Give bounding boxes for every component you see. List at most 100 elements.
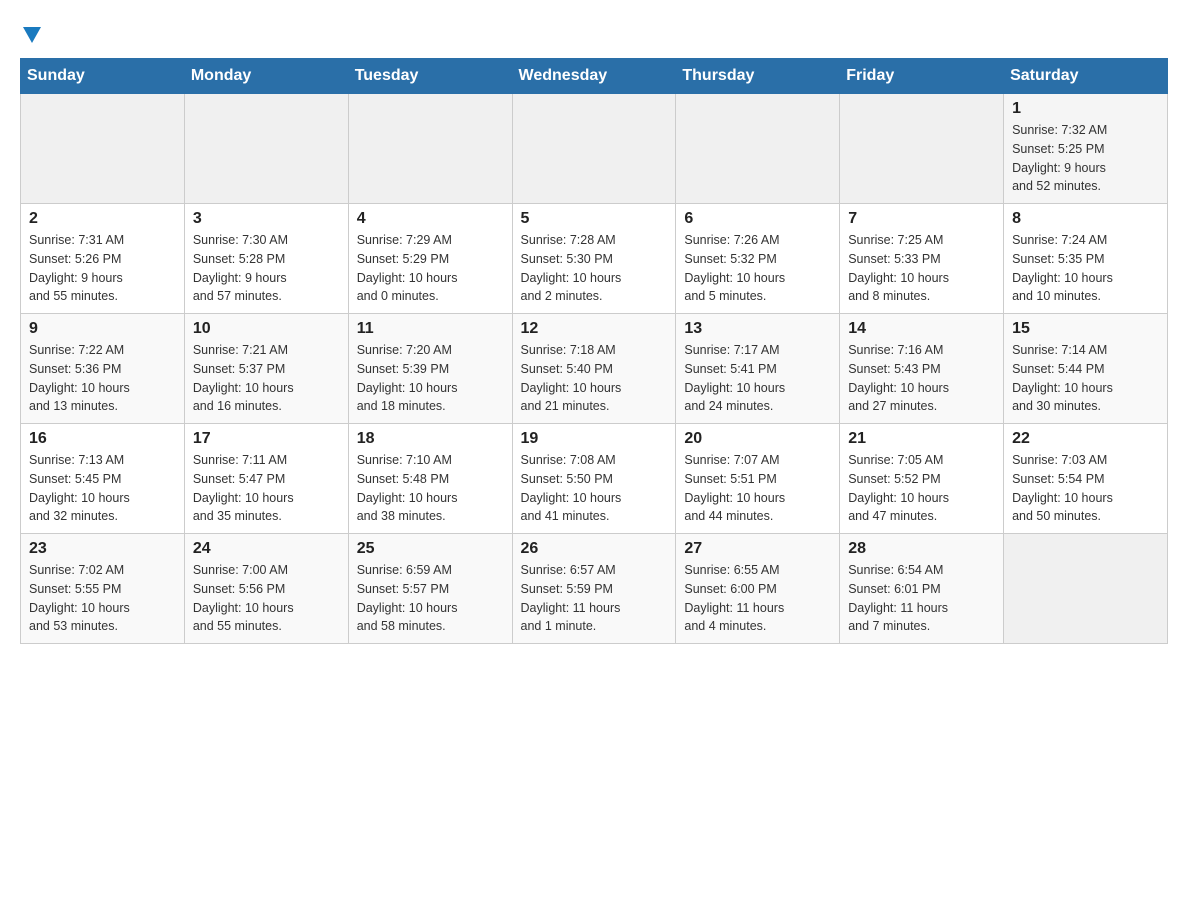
- day-number: 27: [684, 540, 831, 558]
- day-number: 24: [193, 540, 340, 558]
- day-info: Sunrise: 7:24 AM Sunset: 5:35 PM Dayligh…: [1012, 231, 1159, 306]
- day-info: Sunrise: 7:20 AM Sunset: 5:39 PM Dayligh…: [357, 341, 504, 416]
- calendar-cell: 22 Sunrise: 7:03 AM Sunset: 5:54 PM Dayli…: [1004, 424, 1168, 534]
- day-number: 13: [684, 320, 831, 338]
- day-number: 10: [193, 320, 340, 338]
- weekday-header-row: Sunday Monday Tuesday Wednesday Thursday…: [21, 59, 1168, 94]
- day-number: 14: [848, 320, 995, 338]
- day-info: Sunrise: 7:11 AM Sunset: 5:47 PM Dayligh…: [193, 451, 340, 526]
- day-number: 5: [521, 210, 668, 228]
- calendar-cell: 14Sunrise: 7:16 AM Sunset: 5:43 PM Dayli…: [840, 314, 1004, 424]
- header-monday: Monday: [184, 59, 348, 94]
- day-info: Sunrise: 7:17 AM Sunset: 5:41 PM Dayligh…: [684, 341, 831, 416]
- calendar-cell: [348, 94, 512, 204]
- calendar-cell: 1 Sunrise: 7:32 AM Sunset: 5:25 PM Daylig…: [1004, 94, 1168, 204]
- day-info: Sunrise: 7:30 AM Sunset: 5:28 PM Dayligh…: [193, 231, 340, 306]
- day-number: 22: [1012, 430, 1159, 448]
- calendar-cell: 20 Sunrise: 7:07 AM Sunset: 5:51 PM Dayli…: [676, 424, 840, 534]
- calendar-cell: 6 Sunrise: 7:26 AM Sunset: 5:32 PM Daylig…: [676, 204, 840, 314]
- calendar-cell: [676, 94, 840, 204]
- day-info: Sunrise: 7:00 AM Sunset: 5:56 PM Dayligh…: [193, 561, 340, 636]
- header-friday: Friday: [840, 59, 1004, 94]
- day-number: 1: [1012, 100, 1159, 118]
- calendar-cell: [512, 94, 676, 204]
- calendar-cell: 17 Sunrise: 7:11 AM Sunset: 5:47 PM Dayli…: [184, 424, 348, 534]
- day-number: 8: [1012, 210, 1159, 228]
- day-number: 28: [848, 540, 995, 558]
- calendar-cell: 8 Sunrise: 7:24 AM Sunset: 5:35 PM Daylig…: [1004, 204, 1168, 314]
- calendar-cell: 12 Sunrise: 7:18 AM Sunset: 5:40 PM Dayli…: [512, 314, 676, 424]
- day-info: Sunrise: 6:59 AM Sunset: 5:57 PM Dayligh…: [357, 561, 504, 636]
- header-saturday: Saturday: [1004, 59, 1168, 94]
- calendar-cell: 7 Sunrise: 7:25 AM Sunset: 5:33 PM Daylig…: [840, 204, 1004, 314]
- calendar-cell: 9 Sunrise: 7:22 AM Sunset: 5:36 PM Daylig…: [21, 314, 185, 424]
- day-number: 12: [521, 320, 668, 338]
- calendar-cell: 28 Sunrise: 6:54 AM Sunset: 6:01 PM Dayli…: [840, 534, 1004, 644]
- day-info: Sunrise: 7:08 AM Sunset: 5:50 PM Dayligh…: [521, 451, 668, 526]
- calendar-cell: 2 Sunrise: 7:31 AM Sunset: 5:26 PM Daylig…: [21, 204, 185, 314]
- day-info: Sunrise: 6:57 AM Sunset: 5:59 PM Dayligh…: [521, 561, 668, 636]
- day-info: Sunrise: 6:54 AM Sunset: 6:01 PM Dayligh…: [848, 561, 995, 636]
- calendar-cell: 13 Sunrise: 7:17 AM Sunset: 5:41 PM Dayli…: [676, 314, 840, 424]
- day-number: 2: [29, 210, 176, 228]
- day-info: Sunrise: 7:28 AM Sunset: 5:30 PM Dayligh…: [521, 231, 668, 306]
- day-info: Sunrise: 7:18 AM Sunset: 5:40 PM Dayligh…: [521, 341, 668, 416]
- header-wednesday: Wednesday: [512, 59, 676, 94]
- day-info: Sunrise: 7:25 AM Sunset: 5:33 PM Dayligh…: [848, 231, 995, 306]
- calendar-cell: [21, 94, 185, 204]
- calendar-cell: 11 Sunrise: 7:20 AM Sunset: 5:39 PM Dayli…: [348, 314, 512, 424]
- day-info: Sunrise: 7:26 AM Sunset: 5:32 PM Dayligh…: [684, 231, 831, 306]
- calendar-cell: 19Sunrise: 7:08 AM Sunset: 5:50 PM Dayli…: [512, 424, 676, 534]
- header-thursday: Thursday: [676, 59, 840, 94]
- day-number: 7: [848, 210, 995, 228]
- day-number: 21: [848, 430, 995, 448]
- day-number: 3: [193, 210, 340, 228]
- week-row-5: 23 Sunrise: 7:02 AM Sunset: 5:55 PM Dayli…: [21, 534, 1168, 644]
- logo-text: [20, 20, 41, 48]
- calendar-cell: 16 Sunrise: 7:13 AM Sunset: 5:45 PM Dayli…: [21, 424, 185, 534]
- day-number: 17: [193, 430, 340, 448]
- day-info: Sunrise: 7:22 AM Sunset: 5:36 PM Dayligh…: [29, 341, 176, 416]
- day-number: 26: [521, 540, 668, 558]
- day-info: Sunrise: 7:29 AM Sunset: 5:29 PM Dayligh…: [357, 231, 504, 306]
- day-info: Sunrise: 6:55 AM Sunset: 6:00 PM Dayligh…: [684, 561, 831, 636]
- day-number: 23: [29, 540, 176, 558]
- day-info: Sunrise: 7:14 AM Sunset: 5:44 PM Dayligh…: [1012, 341, 1159, 416]
- day-info: Sunrise: 7:03 AM Sunset: 5:54 PM Dayligh…: [1012, 451, 1159, 526]
- week-row-3: 9 Sunrise: 7:22 AM Sunset: 5:36 PM Daylig…: [21, 314, 1168, 424]
- calendar-cell: 27 Sunrise: 6:55 AM Sunset: 6:00 PM Dayli…: [676, 534, 840, 644]
- calendar-cell: [840, 94, 1004, 204]
- calendar-cell: 24 Sunrise: 7:00 AM Sunset: 5:56 PM Dayli…: [184, 534, 348, 644]
- calendar-cell: [184, 94, 348, 204]
- logo: [20, 20, 41, 48]
- day-number: 11: [357, 320, 504, 338]
- calendar-cell: 4Sunrise: 7:29 AM Sunset: 5:29 PM Daylig…: [348, 204, 512, 314]
- day-info: Sunrise: 7:21 AM Sunset: 5:37 PM Dayligh…: [193, 341, 340, 416]
- calendar-cell: 5 Sunrise: 7:28 AM Sunset: 5:30 PM Daylig…: [512, 204, 676, 314]
- calendar-cell: 15Sunrise: 7:14 AM Sunset: 5:44 PM Dayli…: [1004, 314, 1168, 424]
- calendar-cell: 18 Sunrise: 7:10 AM Sunset: 5:48 PM Dayli…: [348, 424, 512, 534]
- day-info: Sunrise: 7:13 AM Sunset: 5:45 PM Dayligh…: [29, 451, 176, 526]
- week-row-4: 16 Sunrise: 7:13 AM Sunset: 5:45 PM Dayli…: [21, 424, 1168, 534]
- day-info: Sunrise: 7:07 AM Sunset: 5:51 PM Dayligh…: [684, 451, 831, 526]
- day-info: Sunrise: 7:02 AM Sunset: 5:55 PM Dayligh…: [29, 561, 176, 636]
- week-row-2: 2 Sunrise: 7:31 AM Sunset: 5:26 PM Daylig…: [21, 204, 1168, 314]
- day-number: 16: [29, 430, 176, 448]
- calendar-cell: 21 Sunrise: 7:05 AM Sunset: 5:52 PM Dayli…: [840, 424, 1004, 534]
- calendar-cell: 3 Sunrise: 7:30 AM Sunset: 5:28 PM Daylig…: [184, 204, 348, 314]
- day-info: Sunrise: 7:32 AM Sunset: 5:25 PM Dayligh…: [1012, 121, 1159, 196]
- day-number: 20: [684, 430, 831, 448]
- day-number: 9: [29, 320, 176, 338]
- logo-triangle-icon: [23, 27, 41, 43]
- day-number: 6: [684, 210, 831, 228]
- calendar-cell: 23 Sunrise: 7:02 AM Sunset: 5:55 PM Dayli…: [21, 534, 185, 644]
- day-info: Sunrise: 7:10 AM Sunset: 5:48 PM Dayligh…: [357, 451, 504, 526]
- day-info: Sunrise: 7:05 AM Sunset: 5:52 PM Dayligh…: [848, 451, 995, 526]
- day-info: Sunrise: 7:31 AM Sunset: 5:26 PM Dayligh…: [29, 231, 176, 306]
- calendar-cell: [1004, 534, 1168, 644]
- day-number: 18: [357, 430, 504, 448]
- header-tuesday: Tuesday: [348, 59, 512, 94]
- header-sunday: Sunday: [21, 59, 185, 94]
- calendar-cell: 26 Sunrise: 6:57 AM Sunset: 5:59 PM Dayli…: [512, 534, 676, 644]
- calendar: Sunday Monday Tuesday Wednesday Thursday…: [20, 58, 1168, 644]
